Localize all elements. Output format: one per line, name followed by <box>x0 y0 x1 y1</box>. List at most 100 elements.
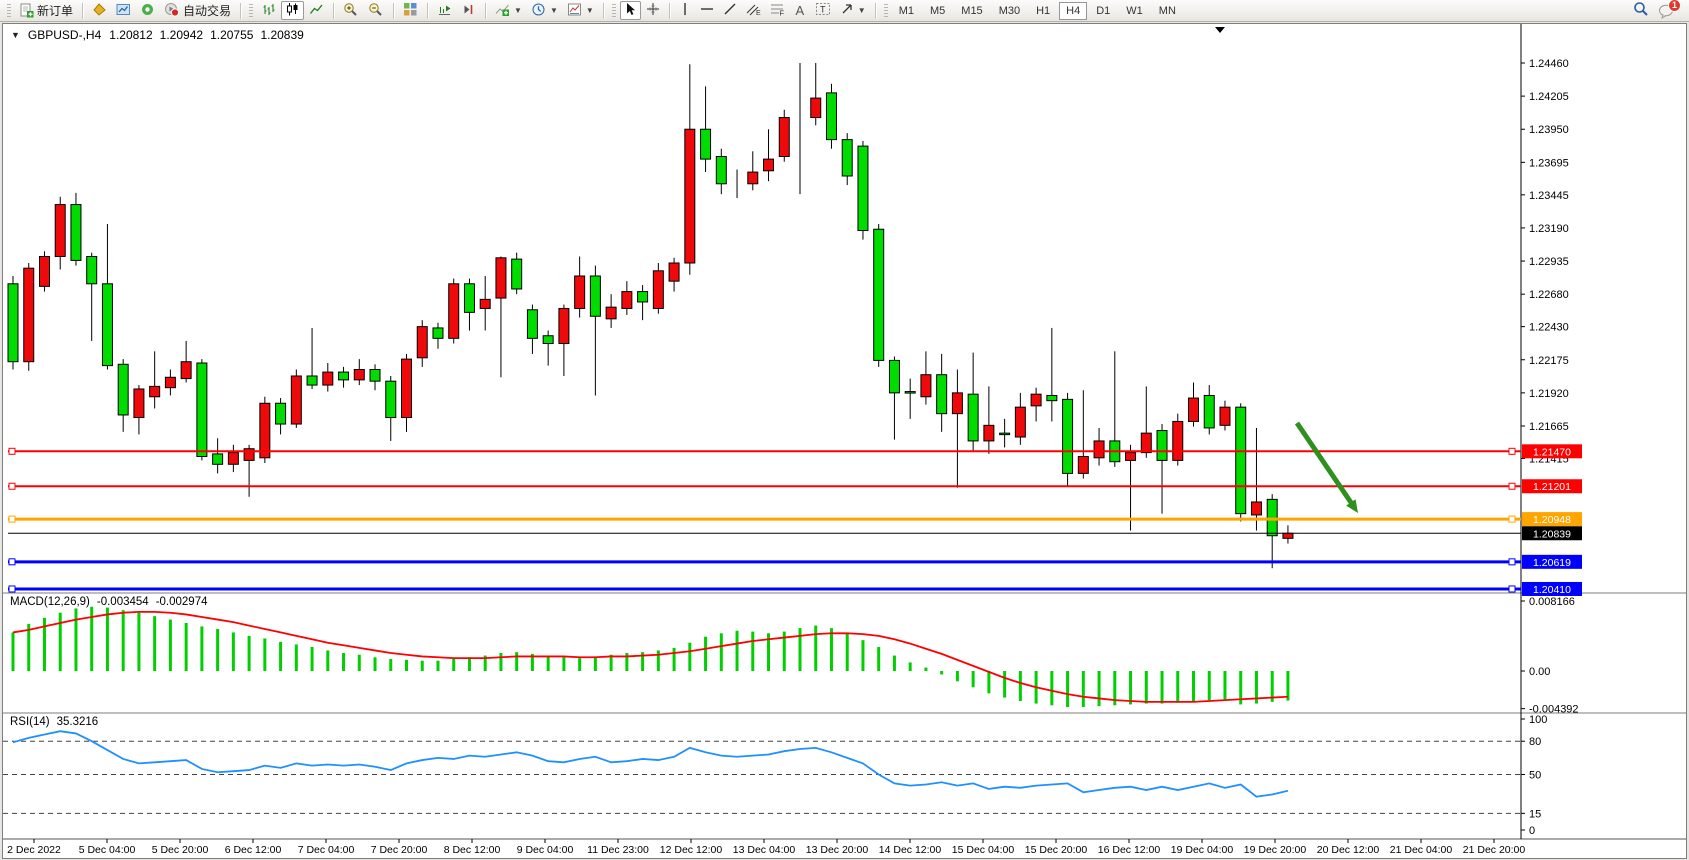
line-handle[interactable] <box>1509 559 1515 565</box>
chart-shift-button[interactable] <box>457 1 480 20</box>
indicators-button[interactable]: ▼ <box>491 1 526 20</box>
timeframe-M15[interactable]: M15 <box>954 2 989 20</box>
search-button[interactable] <box>1629 1 1653 20</box>
signals-button[interactable] <box>136 1 159 20</box>
line-handle[interactable] <box>9 586 15 592</box>
trendline-tool-button[interactable] <box>719 1 741 20</box>
line-handle[interactable] <box>9 559 15 565</box>
timeframe-H1[interactable]: H1 <box>1029 2 1057 20</box>
new-order-icon <box>19 3 34 18</box>
crosshair-icon <box>646 2 660 19</box>
candle-body <box>842 140 852 176</box>
price-tick-label: 1.21665 <box>1529 421 1569 433</box>
price-tick-label: 1.21920 <box>1529 388 1569 400</box>
candle-body <box>1126 453 1136 461</box>
line-handle[interactable] <box>1509 448 1515 454</box>
candle-body <box>150 386 160 396</box>
text-label-tool-button[interactable]: T <box>811 1 835 20</box>
crosshair-tool-button[interactable] <box>642 1 664 20</box>
candlestick-mode-button[interactable] <box>281 1 304 20</box>
app-root: { "toolbar": { "new_order_label": "新订单",… <box>0 0 1689 860</box>
time-axis-label: 16 Dec 12:00 <box>1098 844 1161 856</box>
timeframe-M1[interactable]: M1 <box>892 2 921 20</box>
candle-body <box>228 453 238 465</box>
tile-windows-icon <box>403 2 418 20</box>
auto-scroll-button[interactable] <box>433 1 456 20</box>
macd-signal-line <box>13 612 1288 702</box>
vertical-line-tool-button[interactable] <box>675 1 695 20</box>
timeframe-D1[interactable]: D1 <box>1089 2 1117 20</box>
text-label-icon: T <box>815 2 831 19</box>
candle-body <box>701 129 711 159</box>
macd-value: -0.003454 <box>97 596 149 608</box>
candle-body <box>370 369 380 381</box>
line-handle[interactable] <box>1509 483 1515 489</box>
toolbar-grip[interactable] <box>884 4 888 18</box>
notifications-button[interactable]: 1 <box>1654 1 1679 20</box>
horizontal-line-icon <box>700 2 714 19</box>
candle-body <box>1251 502 1261 515</box>
candle-body <box>952 393 962 414</box>
channel-tool-button[interactable]: E <box>742 1 765 20</box>
timeframe-M30[interactable]: M30 <box>992 2 1027 20</box>
zoom-out-button[interactable] <box>364 1 388 20</box>
arrows-tool-button[interactable]: ▼ <box>836 1 870 20</box>
chevron-down-icon: ▼ <box>550 6 558 15</box>
candle-body <box>417 327 427 358</box>
templates-button[interactable]: ▼ <box>563 1 598 20</box>
candle-body <box>527 310 537 339</box>
candle-body <box>1236 407 1246 513</box>
periods-button[interactable]: ▼ <box>527 1 562 20</box>
candle-body <box>87 257 97 284</box>
line-handle[interactable] <box>9 516 15 522</box>
rsi-tick-label: 80 <box>1529 736 1541 748</box>
toolbar-grip[interactable] <box>249 4 253 18</box>
fibonacci-tool-button[interactable]: F <box>766 1 789 20</box>
candle-body <box>449 284 459 339</box>
timeframe-W1[interactable]: W1 <box>1119 2 1150 20</box>
text-tool-button[interactable]: A <box>790 1 810 20</box>
candle-body <box>1063 399 1073 473</box>
line-handle[interactable] <box>1509 516 1515 522</box>
timeframe-group: M1M5M15M30H1H4D1W1MN <box>892 2 1183 20</box>
line-chart-mode-button[interactable] <box>305 1 328 20</box>
symbol-period-label: GBPUSD-,H4 <box>28 28 101 42</box>
new-order-button[interactable]: 新订单 <box>15 1 77 20</box>
cursor-tool-button[interactable] <box>620 1 641 20</box>
timeframe-H4[interactable]: H4 <box>1059 2 1087 20</box>
candle-body <box>1031 394 1041 406</box>
line-handle[interactable] <box>9 483 15 489</box>
bar-chart-mode-button[interactable] <box>257 1 280 20</box>
line-handle[interactable] <box>1509 586 1515 592</box>
chat-bubble-icon: 1 <box>1658 3 1675 19</box>
candle-body <box>71 205 81 261</box>
separator <box>240 3 241 19</box>
tile-windows-button[interactable] <box>399 1 422 20</box>
window-menu-icon[interactable]: ▼ <box>11 30 20 40</box>
candle-body <box>197 363 207 457</box>
candle-body <box>354 369 364 379</box>
toolbar-grip[interactable] <box>7 4 11 18</box>
macd-panel-label: MACD(12,26,9) -0.003454 -0.002974 <box>10 596 207 608</box>
time-axis-label: 14 Dec 12:00 <box>879 844 942 856</box>
macd-label: MACD(12,26,9) <box>10 596 90 608</box>
chart-wizard-button[interactable] <box>88 1 111 20</box>
line-handle[interactable] <box>9 448 15 454</box>
separator <box>82 3 83 19</box>
shift-marker-icon[interactable] <box>1215 27 1225 33</box>
annotation-arrow[interactable] <box>1297 423 1352 504</box>
timeframe-MN[interactable]: MN <box>1152 2 1183 20</box>
timeframe-M5[interactable]: M5 <box>923 2 952 20</box>
price-chip-label: 1.21470 <box>1533 446 1571 458</box>
horizontal-line-tool-button[interactable] <box>696 1 718 20</box>
auto-trading-icon <box>164 2 180 20</box>
zoom-in-button[interactable] <box>339 1 363 20</box>
candle-body <box>213 454 223 464</box>
chart-title: ▼ GBPUSD-,H4 1.20812 1.20942 1.20755 1.2… <box>11 28 304 42</box>
rsi-panel-label: RSI(14) 35.3216 <box>10 716 98 728</box>
auto-trading-button[interactable]: 自动交易 <box>160 1 235 20</box>
chart-canvas[interactable]: 1.244601.242051.239501.236951.234451.231… <box>3 24 1686 858</box>
chevron-down-icon: ▼ <box>586 6 594 15</box>
profiles-button[interactable] <box>112 1 135 20</box>
toolbar-grip[interactable] <box>612 4 616 18</box>
